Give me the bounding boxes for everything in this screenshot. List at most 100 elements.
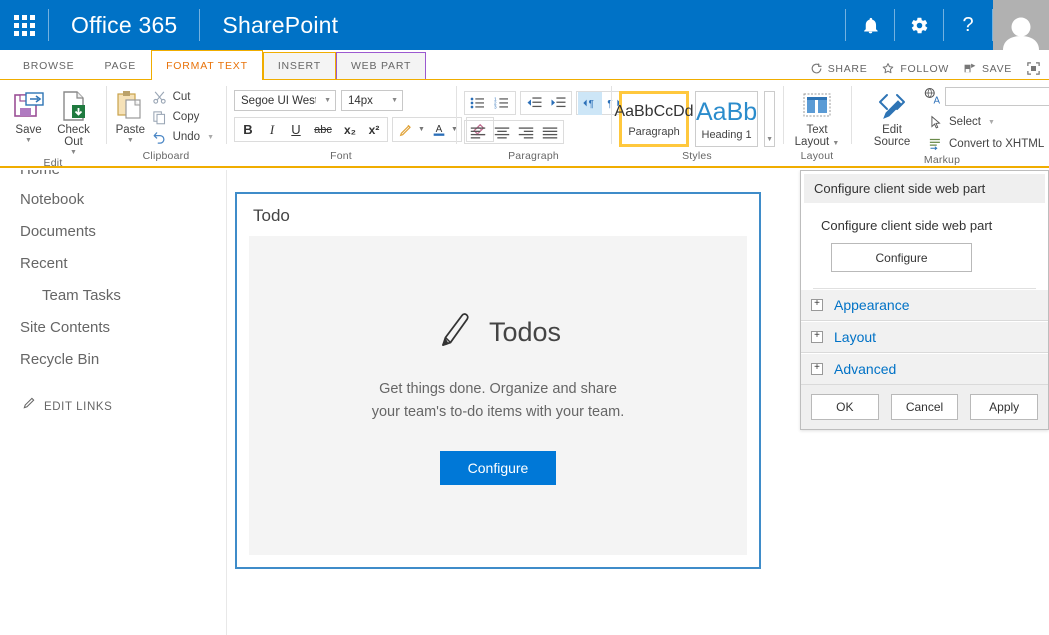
chevron-down-icon[interactable]: ▼: [25, 137, 32, 145]
edit-links-button[interactable]: EDIT LINKS: [0, 390, 226, 423]
sidebar-item-notebook[interactable]: Notebook: [0, 184, 226, 216]
chevron-down-icon[interactable]: ▼: [70, 149, 77, 157]
page-canvas: Todo Todos Get things done. Organize and…: [227, 170, 1049, 635]
style-paragraph[interactable]: AaBbCcDd Paragraph: [614, 91, 694, 147]
save-button-top[interactable]: SAVE: [963, 62, 1012, 75]
chevron-down-icon[interactable]: ▼: [418, 126, 427, 133]
nav-item-home-clipped[interactable]: Home: [0, 170, 226, 184]
font-color-icon[interactable]: A: [427, 118, 451, 141]
tab-page[interactable]: PAGE: [89, 52, 152, 79]
increase-indent-icon[interactable]: [546, 92, 570, 115]
avatar[interactable]: [993, 0, 1049, 50]
superscript-button[interactable]: x²: [362, 118, 386, 141]
app-launcher-icon[interactable]: [0, 0, 48, 50]
accordion-layout[interactable]: + Layout: [801, 321, 1048, 353]
accordion-label: Appearance: [834, 297, 910, 313]
markup-styles-icon: A: [923, 87, 941, 110]
font-family-select[interactable]: Segoe UI WestE ▼: [234, 90, 336, 111]
ribbon-group-font: Segoe UI WestE ▼ 14px ▼ B I U abc x₂ x²: [226, 80, 494, 166]
highlight-color-icon[interactable]: [394, 118, 418, 141]
cursor-select-icon: [927, 114, 944, 130]
chevron-down-icon[interactable]: ▼: [127, 137, 134, 145]
focus-on-content-icon[interactable]: [1026, 61, 1041, 76]
font-size-select[interactable]: 14px ▼: [341, 90, 403, 111]
cancel-button[interactable]: Cancel: [890, 394, 959, 420]
subscript-button[interactable]: x₂: [338, 118, 362, 141]
align-center-icon[interactable]: [490, 121, 514, 144]
cut-button[interactable]: Cut: [147, 87, 218, 107]
save-button[interactable]: Save ▼: [8, 85, 49, 145]
todo-description-line-2: your team's to-do items with your team.: [371, 404, 625, 420]
todo-description-line-1: Get things done. Organize and share: [379, 381, 617, 397]
select-button[interactable]: Select ▼: [923, 112, 1049, 132]
ribbon-group-markup: EditSource A ▼ Select ▼: [851, 80, 1049, 166]
group-label-markup: Markup: [923, 154, 961, 166]
numbered-list-icon[interactable]: 123: [490, 92, 514, 115]
styles-more-icon[interactable]: ▼: [764, 91, 775, 147]
bulleted-list-icon[interactable]: [466, 92, 490, 115]
sharepoint-link[interactable]: SharePoint: [200, 0, 360, 50]
markup-styles-select[interactable]: ▼: [945, 87, 1049, 106]
italic-button[interactable]: I: [260, 118, 284, 141]
tab-insert[interactable]: INSERT: [262, 52, 336, 79]
suite-bar: Office 365 SharePoint ?: [0, 0, 1049, 50]
paste-label: Paste: [115, 124, 145, 136]
pencil-icon: [435, 309, 475, 356]
align-right-icon[interactable]: [514, 121, 538, 144]
apply-button[interactable]: Apply: [970, 394, 1039, 420]
web-part-todo[interactable]: Todo Todos Get things done. Organize and…: [235, 192, 761, 569]
sidebar-item-recycle-bin[interactable]: Recycle Bin: [0, 344, 226, 376]
chevron-down-icon[interactable]: ▼: [207, 134, 214, 141]
web-part-property-pane: Configure client side web part Configure…: [800, 170, 1049, 430]
ribbon-group-styles: AaBbCcDd Paragraph AaBb Heading 1 ▼ Styl…: [611, 80, 783, 166]
share-button[interactable]: SHARE: [810, 62, 868, 75]
paste-button[interactable]: Paste ▼: [114, 85, 147, 145]
sidebar-item-team-tasks[interactable]: Team Tasks: [0, 280, 226, 312]
tab-web-part[interactable]: WEB PART: [335, 52, 427, 79]
ribbon: Save ▼ Check Out ▼ Edit Paste ▼ Cut Copy…: [0, 80, 1049, 169]
question-mark-icon[interactable]: ?: [944, 0, 992, 50]
copy-button[interactable]: Copy: [147, 107, 218, 127]
edit-source-button[interactable]: Edit Source: [861, 85, 923, 148]
ok-button[interactable]: OK: [811, 394, 879, 420]
tab-browse[interactable]: BROWSE: [8, 52, 90, 79]
todo-app-name: Todos: [488, 317, 562, 347]
gear-icon[interactable]: [895, 0, 943, 50]
left-to-right-icon[interactable]: ¶: [578, 91, 602, 115]
web-part-placeholder: Todos Get things done. Organize and shar…: [249, 236, 747, 555]
text-layout-button[interactable]: Text Layout ▼: [791, 85, 843, 150]
sidebar-item-site-contents[interactable]: Site Contents: [0, 312, 226, 344]
office-365-link[interactable]: Office 365: [49, 0, 199, 50]
property-pane-configure-button[interactable]: Configure: [831, 243, 972, 272]
strikethrough-button[interactable]: abc: [308, 118, 338, 141]
property-pane-section-label: Configure client side web part: [821, 218, 993, 233]
font-style-buttons: B I U abc x₂ x²: [234, 117, 388, 142]
sidebar-item-recent[interactable]: Recent: [0, 248, 226, 280]
undo-button[interactable]: Undo ▼: [147, 127, 218, 147]
justify-icon[interactable]: [538, 121, 562, 144]
chevron-down-icon[interactable]: ▼: [988, 119, 995, 126]
bold-button[interactable]: B: [236, 118, 260, 141]
font-family-value: Segoe UI WestE: [241, 94, 316, 107]
accordion-appearance[interactable]: + Appearance: [801, 289, 1048, 321]
copy-icon: [151, 109, 168, 125]
save-icon: [963, 62, 977, 75]
style-sample: AaBb: [696, 97, 758, 126]
decrease-indent-icon[interactable]: [522, 92, 546, 115]
follow-button[interactable]: FOLLOW: [881, 62, 949, 75]
accordion-advanced[interactable]: + Advanced: [801, 353, 1048, 385]
bell-icon[interactable]: [846, 0, 894, 50]
configure-button[interactable]: Configure: [439, 451, 557, 485]
sidebar-item-documents[interactable]: Documents: [0, 216, 226, 248]
align-left-icon[interactable]: [466, 121, 490, 144]
font-size-value: 14px: [348, 94, 373, 107]
convert-to-xhtml-button[interactable]: Convert to XHTML: [923, 134, 1049, 154]
ribbon-group-edit: Save ▼ Check Out ▼ Edit: [0, 80, 106, 169]
check-out-button[interactable]: Check Out ▼: [49, 85, 98, 157]
underline-button[interactable]: U: [284, 118, 308, 141]
tab-format-text[interactable]: FORMAT TEXT: [151, 50, 263, 80]
svg-text:A: A: [934, 96, 941, 106]
ribbon-tab-row: BROWSE PAGE FORMAT TEXT INSERT WEB PART …: [0, 50, 1049, 80]
style-heading-1[interactable]: AaBb Heading 1: [695, 91, 759, 147]
